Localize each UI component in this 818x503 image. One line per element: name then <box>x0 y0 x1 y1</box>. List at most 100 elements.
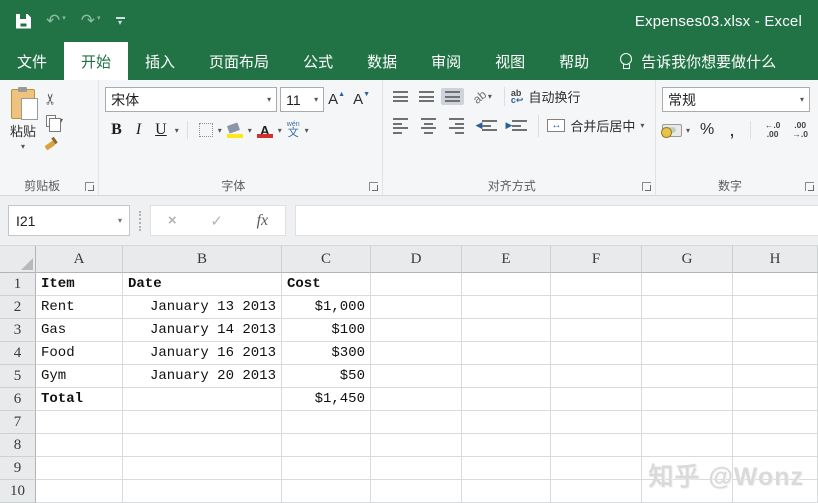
cell-E6[interactable] <box>462 388 551 411</box>
fill-dropdown-icon[interactable]: ▾ <box>248 126 252 135</box>
orientation-button[interactable]: ab ▾ <box>470 87 492 106</box>
cell-H2[interactable] <box>733 296 818 319</box>
decrease-indent-button[interactable]: ◀ <box>476 120 498 132</box>
cell-F6[interactable] <box>551 388 642 411</box>
bottom-align-button[interactable] <box>440 88 464 105</box>
underline-dropdown-icon[interactable]: ▾ <box>175 126 179 135</box>
cell-B3[interactable]: January 14 2013 <box>123 319 282 342</box>
insert-function-icon[interactable]: fx <box>257 212 269 230</box>
cell-G5[interactable] <box>642 365 733 388</box>
cell-E9[interactable] <box>462 457 551 480</box>
cell-H5[interactable] <box>733 365 818 388</box>
cell-G2[interactable] <box>642 296 733 319</box>
cell-F1[interactable] <box>551 273 642 296</box>
accounting-dropdown-icon[interactable]: ▾ <box>686 126 690 135</box>
customize-quick-access-button[interactable]: ▾ <box>116 17 125 26</box>
cell-G3[interactable] <box>642 319 733 342</box>
formula-bar-divider[interactable] <box>139 210 141 231</box>
cell-C6[interactable]: $1,450 <box>282 388 371 411</box>
redo-dropdown-icon[interactable]: ▾ <box>97 14 101 24</box>
cell-H1[interactable] <box>733 273 818 296</box>
tab-review[interactable]: 审阅 <box>414 42 478 80</box>
row-header-1[interactable]: 1 <box>0 273 36 296</box>
cell-A3[interactable]: Gas <box>36 319 123 342</box>
col-header-A[interactable]: A <box>36 246 123 273</box>
cell-A5[interactable]: Gym <box>36 365 123 388</box>
name-box-dropdown-icon[interactable]: ▾ <box>118 216 122 225</box>
row-header-6[interactable]: 6 <box>0 388 36 411</box>
row-header-4[interactable]: 4 <box>0 342 36 365</box>
row-header-7[interactable]: 7 <box>0 411 36 434</box>
row-header-10[interactable]: 10 <box>0 480 36 503</box>
percent-style-button[interactable]: % <box>694 121 720 139</box>
select-all-corner[interactable] <box>0 246 36 273</box>
number-format-dropdown-icon[interactable]: ▾ <box>800 95 804 104</box>
cell-F7[interactable] <box>551 411 642 434</box>
tab-home[interactable]: 开始 <box>64 42 129 80</box>
cell-C7[interactable] <box>282 411 371 434</box>
col-header-F[interactable]: F <box>551 246 642 273</box>
cell-B9[interactable] <box>123 457 282 480</box>
merge-center-button[interactable]: ↔ 合并后居中 ▾ <box>547 116 644 135</box>
cut-button[interactable]: ✂ <box>41 90 63 107</box>
cell-D5[interactable] <box>371 365 462 388</box>
col-header-C[interactable]: C <box>282 246 371 273</box>
cell-F3[interactable] <box>551 319 642 342</box>
cell-E2[interactable] <box>462 296 551 319</box>
undo-button[interactable]: ↶ ▾ <box>46 12 66 29</box>
cell-A10[interactable] <box>36 480 123 503</box>
font-size-dropdown-icon[interactable]: ▾ <box>314 95 318 104</box>
cell-D8[interactable] <box>371 434 462 457</box>
cell-C8[interactable] <box>282 434 371 457</box>
col-header-D[interactable]: D <box>371 246 462 273</box>
cell-F5[interactable] <box>551 365 642 388</box>
cell-G8[interactable] <box>642 434 733 457</box>
paste-button[interactable]: 粘贴 ▾ <box>6 87 40 153</box>
col-header-H[interactable]: H <box>733 246 818 273</box>
cell-E3[interactable] <box>462 319 551 342</box>
cell-G4[interactable] <box>642 342 733 365</box>
cell-H8[interactable] <box>733 434 818 457</box>
cell-D7[interactable] <box>371 411 462 434</box>
tab-formulas[interactable]: 公式 <box>286 42 350 80</box>
cell-D2[interactable] <box>371 296 462 319</box>
comma-style-button[interactable]: , <box>724 120 740 140</box>
row-header-8[interactable]: 8 <box>0 434 36 457</box>
cell-A1[interactable]: Item <box>36 273 123 296</box>
cell-B7[interactable] <box>123 411 282 434</box>
cell-D9[interactable] <box>371 457 462 480</box>
font-name-dropdown-icon[interactable]: ▾ <box>267 95 271 104</box>
cell-D3[interactable] <box>371 319 462 342</box>
number-dialog-launcher-icon[interactable] <box>805 182 814 191</box>
cell-H7[interactable] <box>733 411 818 434</box>
alignment-dialog-launcher-icon[interactable] <box>642 182 651 191</box>
save-icon[interactable] <box>16 13 31 29</box>
cell-F8[interactable] <box>551 434 642 457</box>
cell-G6[interactable] <box>642 388 733 411</box>
tab-help[interactable]: 帮助 <box>542 42 606 80</box>
row-header-3[interactable]: 3 <box>0 319 36 342</box>
undo-dropdown-icon[interactable]: ▾ <box>62 14 66 24</box>
borders-button[interactable] <box>198 123 213 137</box>
align-left-button[interactable] <box>389 115 412 137</box>
cell-E4[interactable] <box>462 342 551 365</box>
underline-button[interactable]: U <box>149 121 173 139</box>
number-format-combo[interactable]: 常规 ▾ <box>662 87 810 112</box>
cell-B2[interactable]: January 13 2013 <box>123 296 282 319</box>
cell-F4[interactable] <box>551 342 642 365</box>
increase-indent-button[interactable]: ▶ <box>505 120 528 132</box>
cell-B4[interactable]: January 16 2013 <box>123 342 282 365</box>
increase-decimal-button[interactable]: ←.0 .00 <box>761 121 785 139</box>
italic-button[interactable]: I <box>130 121 147 139</box>
phonetic-guide-button[interactable]: wén 文 <box>287 121 300 139</box>
tell-me-search[interactable]: 告诉我你想要做什么 <box>606 42 790 80</box>
formula-input[interactable] <box>295 205 818 236</box>
cell-A7[interactable] <box>36 411 123 434</box>
font-name-combo[interactable]: 宋体 ▾ <box>105 87 278 112</box>
clipboard-dialog-launcher-icon[interactable] <box>85 182 95 191</box>
cell-B1[interactable]: Date <box>123 273 282 296</box>
wrap-text-button[interactable]: ab c↩ 自动换行 <box>511 87 581 106</box>
align-center-button[interactable] <box>417 115 440 137</box>
tab-view[interactable]: 视图 <box>478 42 542 80</box>
enter-icon[interactable]: ✓ <box>210 212 223 230</box>
